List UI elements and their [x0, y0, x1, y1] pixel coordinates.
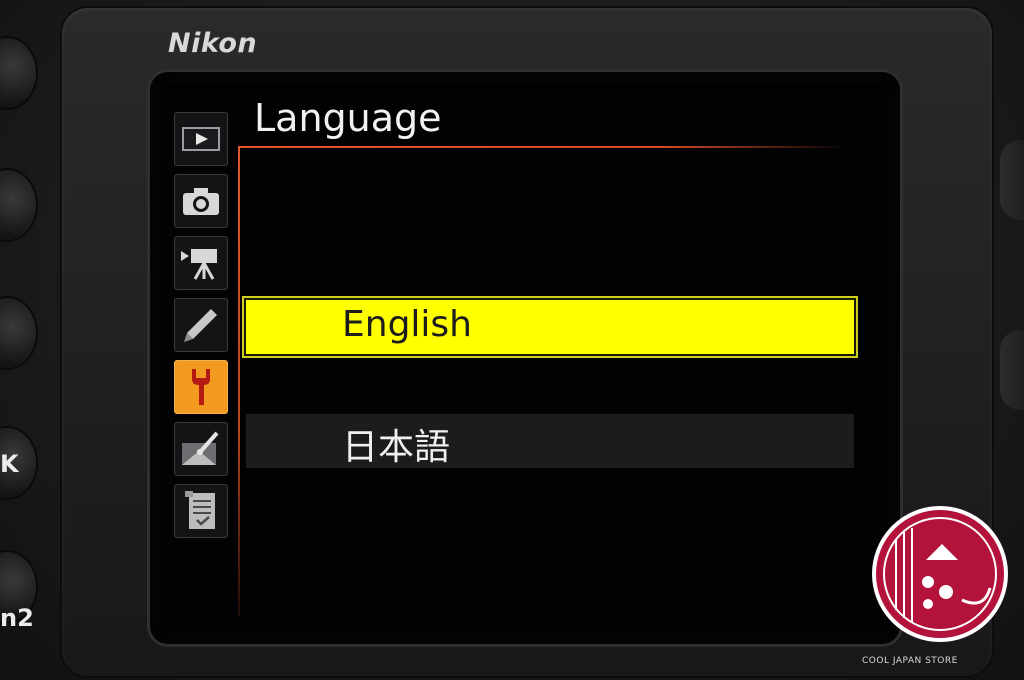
camera-icon	[183, 188, 219, 215]
tab-my-menu[interactable]	[174, 484, 228, 538]
side-button-1[interactable]	[0, 38, 36, 108]
wrench-icon	[192, 369, 210, 405]
tab-retouch-menu[interactable]	[174, 422, 228, 476]
camera-body: K n2 Nikon Language English 日本語 COOL JAP…	[0, 0, 1024, 680]
right-control-knob[interactable]	[1000, 140, 1024, 220]
tab-playback-menu[interactable]	[174, 112, 228, 166]
brand-logo: Nikon	[168, 28, 258, 59]
movie-camera-icon	[181, 249, 217, 280]
lcd-screen: Language English 日本語	[160, 84, 890, 632]
option-label: English	[342, 304, 472, 345]
pencil-icon	[184, 309, 217, 342]
language-option-english[interactable]: English	[246, 300, 854, 354]
menu-divider	[238, 146, 240, 616]
side-button-2[interactable]	[0, 170, 36, 240]
side-button-3[interactable]	[0, 298, 36, 368]
right-control-knob-lower[interactable]	[1000, 330, 1024, 410]
title-divider	[238, 146, 848, 148]
play-icon	[182, 127, 220, 151]
language-option-japanese[interactable]: 日本語	[246, 414, 854, 468]
tab-setup-menu[interactable]	[174, 360, 228, 414]
menu-title: Language	[254, 96, 442, 140]
watermark-text: COOL JAPAN STORE	[862, 656, 958, 666]
side-label-k: K	[0, 450, 19, 478]
option-label: 日本語	[342, 427, 451, 468]
retouch-brush-icon	[182, 431, 219, 465]
side-label-n2: n2	[0, 604, 34, 632]
tab-movie-shooting-menu[interactable]	[174, 236, 228, 290]
tab-custom-settings-menu[interactable]	[174, 298, 228, 352]
store-watermark-logo	[872, 506, 1008, 642]
checklist-icon	[185, 491, 215, 529]
tab-photo-shooting-menu[interactable]	[174, 174, 228, 228]
